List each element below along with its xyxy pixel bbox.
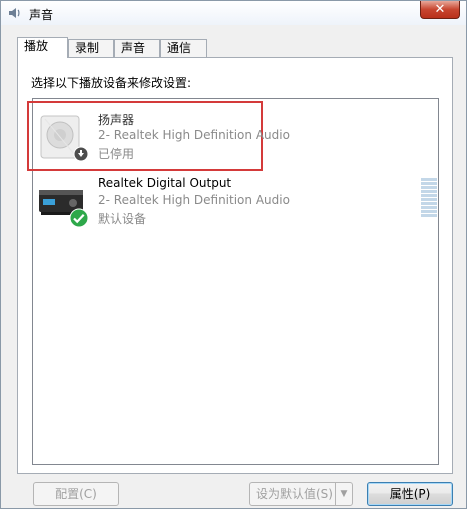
window-title: 声音 bbox=[29, 8, 54, 22]
instruction-text: 选择以下播放设备来修改设置: bbox=[31, 76, 192, 90]
tab-sounds[interactable]: 声音 bbox=[114, 39, 160, 57]
tab-playback[interactable]: 播放 bbox=[17, 37, 68, 58]
device-item-digital-output[interactable]: Realtek Digital Output 2- Realtek High D… bbox=[33, 172, 438, 234]
default-check-icon bbox=[69, 208, 89, 228]
set-default-button[interactable]: 设为默认值(S) ▼ bbox=[249, 482, 353, 506]
sound-icon bbox=[9, 8, 20, 18]
tab-communications[interactable]: 通信 bbox=[160, 39, 207, 57]
device-driver: 2- Realtek High Definition Audio bbox=[98, 193, 290, 207]
device-driver: 2- Realtek High Definition Audio bbox=[98, 128, 290, 142]
device-status: 已停用 bbox=[98, 147, 135, 161]
tab-recording[interactable]: 录制 bbox=[68, 39, 114, 57]
close-icon: ✕ bbox=[434, 2, 446, 17]
set-default-label: 设为默认值(S) bbox=[256, 487, 333, 501]
chevron-down-icon[interactable]: ▼ bbox=[335, 483, 352, 505]
volume-level-meter bbox=[421, 178, 437, 218]
title-bar: 声音 ✕ bbox=[1, 1, 466, 25]
device-name: Realtek Digital Output bbox=[98, 176, 232, 190]
device-item-speakers[interactable]: 扬声器 2- Realtek High Definition Audio 已停用 bbox=[27, 101, 438, 171]
properties-button[interactable]: 属性(P) bbox=[367, 482, 453, 506]
playback-panel: 选择以下播放设备来修改设置: 扬声器 2- Realtek High Defin… bbox=[17, 57, 453, 474]
disabled-badge-icon bbox=[73, 146, 89, 162]
device-name: 扬声器 bbox=[98, 113, 135, 127]
device-list[interactable]: 扬声器 2- Realtek High Definition Audio 已停用 bbox=[27, 98, 439, 465]
sound-dialog: 声音 ✕ 播放 录制 声音 通信 选择以下播放设备来修改设置: 扬声器 2- R… bbox=[0, 0, 467, 509]
device-status: 默认设备 bbox=[98, 212, 147, 226]
configure-button[interactable]: 配置(C) bbox=[33, 482, 119, 506]
close-button[interactable]: ✕ bbox=[420, 1, 460, 19]
